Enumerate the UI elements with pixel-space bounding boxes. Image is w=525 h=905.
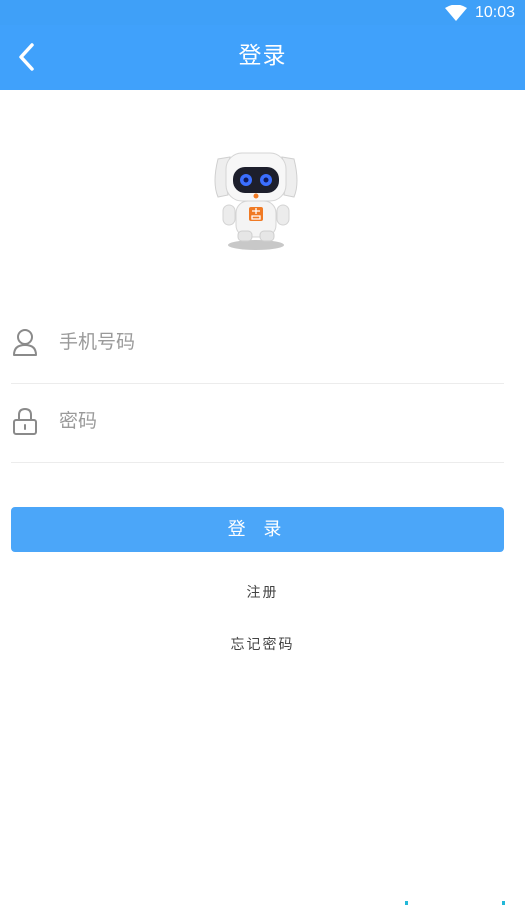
password-input[interactable] xyxy=(59,402,489,440)
wifi-icon xyxy=(444,4,467,21)
app-bar: 登录 xyxy=(0,25,525,90)
password-field xyxy=(11,384,504,463)
robot-mascot-icon xyxy=(214,152,298,250)
lock-icon xyxy=(13,407,37,435)
user-icon xyxy=(13,329,37,356)
page-title: 登录 xyxy=(238,43,287,69)
status-bar: 10:03 xyxy=(0,0,525,25)
phone-field xyxy=(11,305,504,384)
phone-input[interactable] xyxy=(59,323,489,361)
login-button[interactable]: 登 录 xyxy=(11,507,504,552)
status-time: 10:03 xyxy=(474,3,515,21)
status-right: 10:03 xyxy=(444,0,515,25)
forgot-password-link[interactable]: 忘记密码 xyxy=(0,634,525,654)
edge-marker xyxy=(405,901,505,905)
register-link[interactable]: 注册 xyxy=(0,582,525,602)
